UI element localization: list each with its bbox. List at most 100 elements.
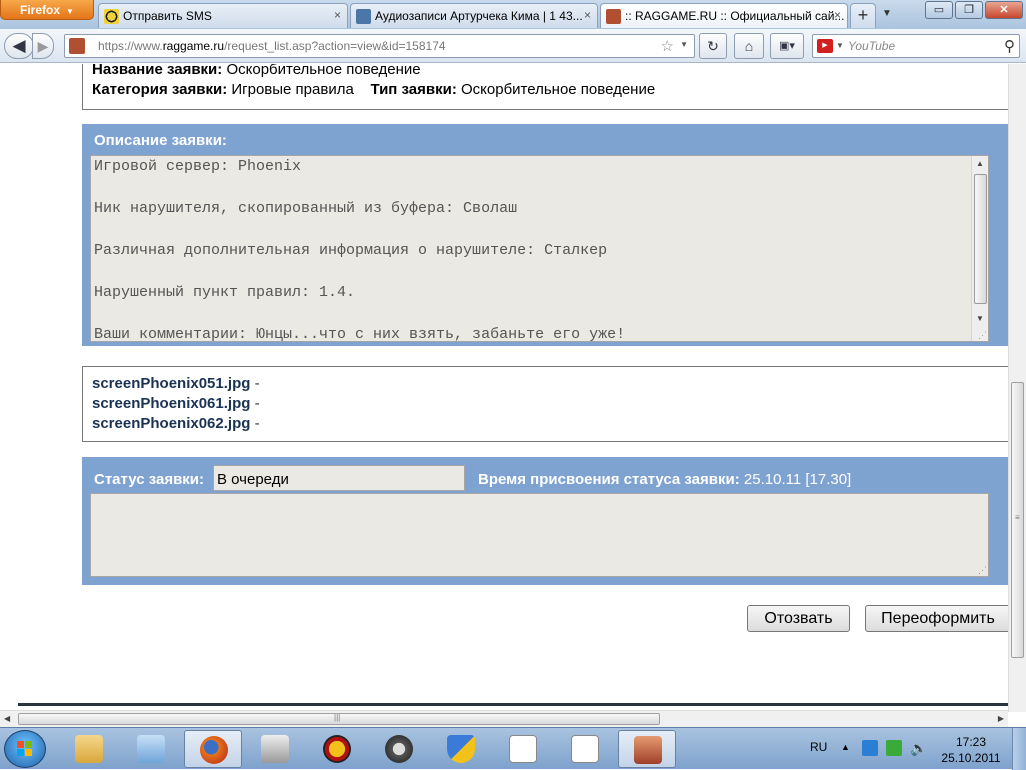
description-scrollbar[interactable]: ▲ ▼: [971, 156, 988, 341]
screenshot-icon: ▣▾: [779, 40, 795, 52]
page-content: Название заявки: Оскорбительное поведени…: [0, 64, 1008, 706]
folder-icon: [75, 735, 103, 763]
attachment-row: screenPhoenix051.jpg -: [92, 375, 1008, 395]
address-bar[interactable]: https://www.raggame.ru/request_list.asp?…: [64, 34, 695, 58]
url-prefix: https://www.: [98, 39, 163, 53]
close-tab-icon[interactable]: ×: [834, 8, 841, 22]
tab-raggame[interactable]: :: RAGGAME.RU :: Официальный сай... ×: [600, 3, 848, 28]
taskbar-ragnarok-app[interactable]: [370, 730, 428, 768]
taskbar-firefox[interactable]: [184, 730, 242, 768]
control-panel-icon: [137, 735, 165, 763]
taskbar-security-app[interactable]: [432, 730, 490, 768]
attachments-box: screenPhoenix051.jpg - screenPhoenix061.…: [82, 366, 1008, 442]
bookmark-star-icon[interactable]: ☆: [661, 37, 674, 55]
forward-button[interactable]: ▶: [32, 33, 54, 59]
page-footer-bar: [18, 703, 1008, 706]
scrollbar-thumb[interactable]: [974, 174, 987, 304]
request-info-box: Название заявки: Оскорбительное поведени…: [82, 64, 1008, 110]
scroll-right-icon[interactable]: ▶: [998, 714, 1004, 723]
request-type-label: Тип заявки:: [370, 81, 457, 98]
windows-logo-icon: [17, 741, 33, 757]
scroll-up-icon[interactable]: ▲: [972, 156, 988, 172]
reissue-button[interactable]: Переоформить: [865, 605, 1008, 632]
home-button[interactable]: ⌂: [734, 33, 764, 59]
network-tray-icon[interactable]: [886, 740, 902, 756]
screenshot-button[interactable]: ▣▾: [770, 33, 804, 59]
search-engine-dropdown-icon[interactable]: ▼: [836, 41, 844, 50]
raggame-favicon-icon: [606, 9, 621, 24]
tab-send-sms[interactable]: Отправить SMS ×: [98, 3, 348, 28]
firefox-menu-button[interactable]: Firefox ▼: [0, 0, 94, 20]
request-name-label: Название заявки:: [92, 64, 223, 78]
scrollbar-thumb[interactable]: ≡: [1011, 382, 1024, 658]
page-vertical-scrollbar[interactable]: ≡: [1008, 64, 1026, 712]
firefox-icon: [200, 736, 228, 764]
status-panel: Статус заявки: В очереди Время присвоени…: [82, 457, 1008, 585]
request-category-value: Игровые правила: [231, 81, 354, 98]
attachment-separator: -: [254, 395, 260, 412]
back-button[interactable]: ◀: [4, 33, 34, 59]
game-shield-icon: [323, 735, 351, 763]
browser-tab-bar: Firefox ▼ Отправить SMS × Аудиозаписи Арт…: [0, 0, 1026, 29]
taskbar-raggame[interactable]: [618, 730, 676, 768]
attachment-link[interactable]: screenPhoenix051.jpg: [92, 375, 250, 392]
taskbar-control-panel[interactable]: [122, 730, 180, 768]
close-tab-icon[interactable]: ×: [334, 8, 341, 22]
clock-date: 25.10.2011: [941, 751, 1001, 765]
new-tab-button[interactable]: +: [850, 3, 876, 28]
resize-grip-icon[interactable]: ⋰: [978, 566, 987, 575]
taskbar-clock[interactable]: 17:23 25.10.2011: [940, 734, 1002, 766]
home-icon: ⌂: [744, 38, 754, 54]
firefox-menu-label: Firefox: [20, 3, 61, 17]
description-title: Описание заявки:: [94, 132, 227, 149]
forward-arrow-icon: ▶: [37, 38, 49, 54]
vk-favicon-icon: [356, 9, 371, 24]
show-desktop-button[interactable]: [1012, 728, 1026, 770]
taskbar-document-2[interactable]: [556, 730, 614, 768]
tab-audio[interactable]: Аудиозаписи Артурчека Кима | 1 43... ×: [350, 3, 598, 28]
beeline-favicon-icon: [104, 9, 119, 24]
attachment-row: screenPhoenix061.jpg -: [92, 395, 1008, 415]
shield-icon: [447, 735, 475, 763]
site-identity-icon[interactable]: [69, 38, 85, 54]
close-window-button[interactable]: ✕: [985, 1, 1023, 19]
description-textarea[interactable]: Игровой сервер: Phoenix Ник нарушителя, …: [90, 155, 989, 342]
tab-title: Аудиозаписи Артурчека Кима | 1 43...: [375, 9, 583, 23]
url-path: /request_list.asp?action=view&id=158174: [224, 39, 446, 53]
search-input[interactable]: YouTube: [848, 39, 895, 53]
scroll-down-icon[interactable]: ▼: [972, 311, 988, 327]
reload-button[interactable]: ↻: [699, 33, 727, 59]
maximize-button[interactable]: ❐: [955, 1, 983, 19]
history-dropdown-icon[interactable]: ▼: [680, 40, 688, 49]
taskbar-keyboard-app[interactable]: [246, 730, 304, 768]
status-time-label: Время присвоения статуса заявки:: [478, 471, 740, 488]
withdraw-button[interactable]: Отозвать: [747, 605, 850, 632]
url-domain: raggame.ru: [162, 39, 225, 53]
language-indicator[interactable]: RU: [810, 740, 827, 754]
search-icon[interactable]: ⚲: [1004, 37, 1015, 55]
scrollbar-thumb[interactable]: |||: [18, 713, 660, 725]
close-tab-icon[interactable]: ×: [584, 8, 591, 22]
volume-icon[interactable]: 🔈: [910, 740, 927, 756]
description-line: Нарушенный пункт правил: 1.4.: [94, 284, 356, 301]
minimize-button[interactable]: ▭: [925, 1, 953, 19]
taskbar-stalker-app[interactable]: [308, 730, 366, 768]
tab-title: Отправить SMS: [123, 9, 212, 23]
search-bar[interactable]: ▶ ▼ YouTube ⚲: [812, 34, 1020, 58]
gg-tray-icon[interactable]: [862, 740, 878, 756]
youtube-icon[interactable]: ▶: [817, 39, 833, 53]
attachment-separator: -: [254, 375, 260, 392]
scroll-left-icon[interactable]: ◀: [4, 714, 10, 723]
tab-list-icon[interactable]: ▼: [882, 8, 892, 19]
status-comment-textarea[interactable]: ⋰: [90, 493, 989, 577]
attachment-link[interactable]: screenPhoenix062.jpg: [92, 415, 250, 432]
document-icon: [509, 735, 537, 763]
address-url[interactable]: https://www.raggame.ru/request_list.asp?…: [98, 39, 446, 53]
resize-grip-icon[interactable]: ⋰: [978, 331, 987, 340]
show-hidden-icons-icon[interactable]: ▲: [841, 742, 850, 752]
taskbar-document-1[interactable]: [494, 730, 552, 768]
attachment-link[interactable]: screenPhoenix061.jpg: [92, 395, 250, 412]
taskbar-explorer[interactable]: [60, 730, 118, 768]
start-button[interactable]: [4, 730, 46, 768]
page-horizontal-scrollbar[interactable]: ◀ ||| ▶: [0, 710, 1008, 727]
